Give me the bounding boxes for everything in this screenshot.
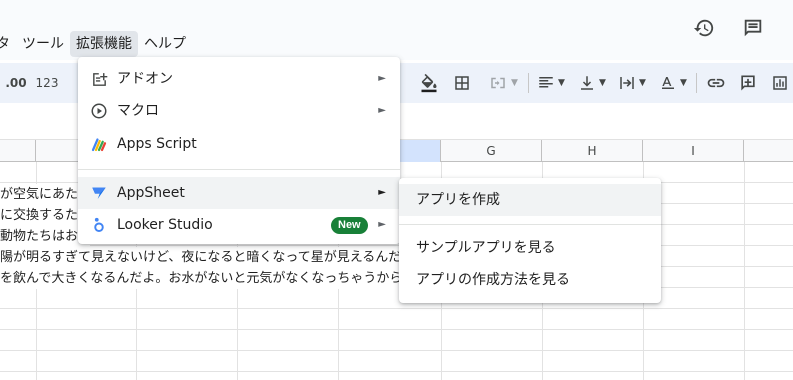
submenu-item-create-app[interactable]: アプリを作成 [399, 184, 661, 216]
appsheet-submenu: アプリを作成 サンプルアプリを見る アプリの作成方法を見る [399, 178, 661, 303]
column-header-g[interactable]: G [441, 140, 542, 162]
cell-text[interactable]: 動物たちはお [0, 226, 90, 247]
menu-item-apps-script[interactable]: Apps Script [78, 128, 400, 160]
decimal-more-button[interactable]: .00 [2, 63, 30, 103]
merge-cells-icon[interactable]: ▼ [482, 63, 524, 103]
macro-play-icon [90, 102, 108, 120]
cell-text[interactable]: 陽が明るすぎて見えないけど、夜になると暗くなって星が見えるんだ [0, 247, 420, 268]
insert-chart-icon[interactable] [767, 63, 793, 103]
column-header-selected[interactable] [400, 140, 441, 162]
column-header-h[interactable]: H [542, 140, 643, 162]
looker-studio-icon [90, 216, 108, 234]
number-format-button[interactable]: 123 [33, 63, 61, 103]
borders-icon[interactable] [450, 63, 474, 103]
menu-bar: タ ツール 拡張機能 ヘルプ [0, 31, 192, 57]
cell-text[interactable]: に交換するため [0, 205, 90, 226]
text-rotate-icon[interactable]: ▼ [655, 63, 691, 103]
submenu-item-sample-apps[interactable]: サンプルアプリを見る [399, 232, 661, 264]
appsheet-icon [90, 184, 108, 202]
new-badge: New [331, 217, 368, 234]
fill-color-icon[interactable] [416, 63, 442, 103]
menu-help[interactable]: ヘルプ [138, 31, 192, 57]
submenu-arrow-icon: ► [378, 105, 386, 116]
submenu-arrow-icon: ► [378, 219, 386, 230]
menu-item-appsheet[interactable]: AppSheet ► [78, 177, 400, 209]
horizontal-align-icon[interactable]: ▼ [533, 63, 569, 103]
submenu-arrow-icon: ► [378, 187, 386, 198]
comment-icon[interactable] [739, 14, 767, 42]
text-wrap-icon[interactable]: ▼ [614, 63, 650, 103]
history-icon[interactable] [690, 14, 718, 42]
menu-tools[interactable]: ツール [16, 31, 70, 57]
insert-link-icon[interactable] [703, 63, 729, 103]
extensions-menu: アドオン ► マクロ ► Apps Script AppSheet ► Look… [78, 57, 400, 244]
menu-item-addons[interactable]: アドオン ► [78, 63, 400, 95]
column-header-i[interactable]: I [643, 140, 744, 162]
cell-text[interactable]: が空気にあたる [0, 184, 90, 205]
menu-item-looker-studio[interactable]: Looker Studio New ► [78, 209, 400, 241]
menu-item-macros[interactable]: マクロ ► [78, 95, 400, 127]
menu-extensions[interactable]: 拡張機能 [70, 31, 138, 57]
cell-text[interactable]: を飲んで大きくなるんだよ。お水がないと元気がなくなっちゃうから [0, 268, 420, 289]
menu-data[interactable]: タ [0, 31, 16, 57]
addon-icon [90, 70, 108, 88]
vertical-align-icon[interactable]: ▼ [574, 63, 610, 103]
insert-comment-icon[interactable] [735, 63, 761, 103]
submenu-item-how-to-create[interactable]: アプリの作成方法を見る [399, 264, 661, 296]
top-bar: タ ツール 拡張機能 ヘルプ [0, 0, 793, 60]
submenu-arrow-icon: ► [378, 73, 386, 84]
apps-script-icon [90, 135, 108, 153]
